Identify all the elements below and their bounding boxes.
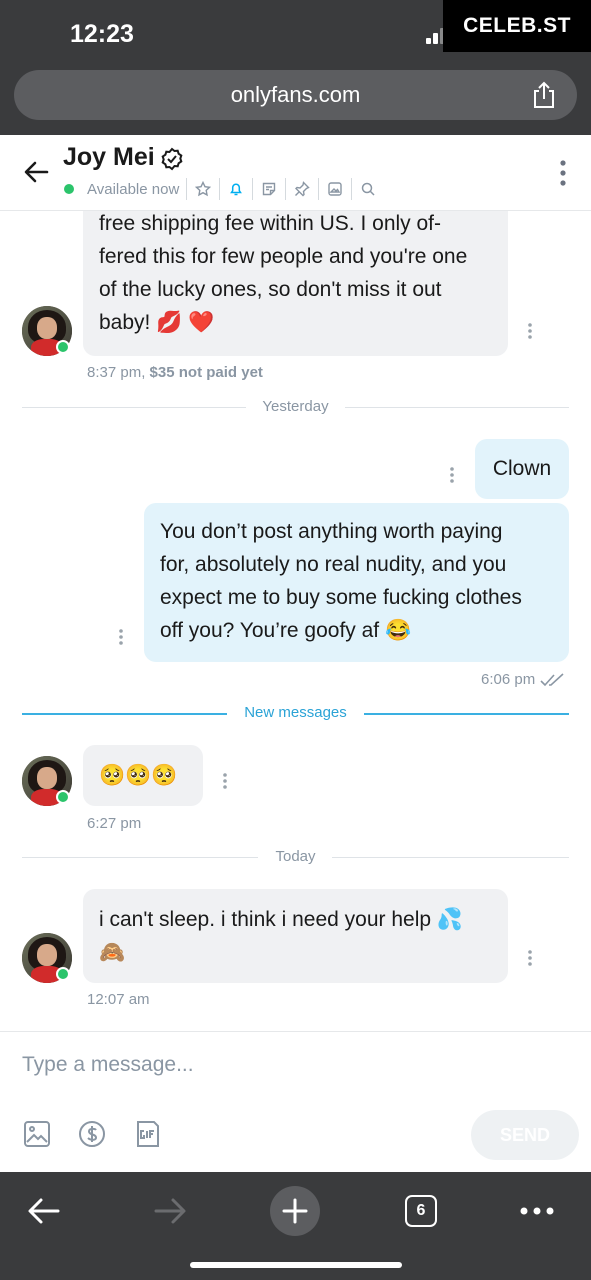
message-line: i can't sleep. i think i need your help … — [99, 908, 464, 931]
tab-count: 6 — [405, 1195, 437, 1227]
message-line: for, absolutely no real nudity, and you — [160, 553, 507, 576]
home-indicator — [190, 1262, 402, 1268]
message-input[interactable] — [22, 1050, 562, 1080]
message-options-icon[interactable] — [118, 628, 124, 646]
online-indicator — [56, 967, 70, 981]
online-indicator — [64, 184, 74, 194]
sticker-icon[interactable] — [252, 178, 285, 200]
header-actions — [186, 177, 384, 201]
online-indicator — [56, 340, 70, 354]
message-line: fered this for few people and you're one — [99, 245, 468, 268]
tabs-button[interactable]: 6 — [396, 1186, 446, 1236]
message-options-icon[interactable] — [527, 322, 533, 340]
browser-menu-icon[interactable] — [512, 1186, 562, 1236]
divider-label: New messages — [244, 704, 347, 721]
message-options-icon[interactable] — [449, 466, 455, 484]
browser-forward-icon[interactable] — [145, 1186, 195, 1236]
availability-status: Available now — [87, 181, 180, 198]
message-line: expect me to buy some fucking clothes — [160, 586, 522, 609]
message-composer: SEND — [0, 1031, 591, 1172]
send-button[interactable]: SEND — [471, 1110, 579, 1160]
browser-back-icon[interactable] — [19, 1186, 69, 1236]
status-time: 12:23 — [70, 20, 134, 48]
message-line: off you? You’re goofy af 😂 — [160, 619, 412, 642]
watermark: CELEB.ST — [443, 0, 591, 52]
search-icon[interactable] — [351, 178, 384, 200]
message-time: 8:37 pm, — [87, 364, 146, 381]
browser-top-chrome: 12:23 CELEB.ST onlyfans.com — [0, 0, 591, 135]
divider-label: Today — [275, 848, 316, 865]
message-bubble-incoming[interactable]: free shipping fee within US. I only of- … — [83, 211, 508, 356]
more-options-icon[interactable] — [559, 159, 567, 187]
date-divider: Yesterday — [22, 398, 569, 418]
message-options-icon[interactable] — [222, 772, 228, 790]
attach-media-icon[interactable] — [23, 1120, 51, 1148]
price-note: $35 not paid yet — [149, 364, 263, 381]
message-line: of the lucky ones, so don't miss it out — [99, 278, 442, 301]
pin-icon[interactable] — [285, 178, 318, 200]
message-bubble-outgoing[interactable]: You don’t post anything worth paying for… — [144, 503, 569, 662]
chat-header: Joy Mei Available now — [0, 135, 591, 211]
message-line: free shipping fee within US. I only of- — [99, 212, 442, 235]
new-tab-icon[interactable] — [270, 1186, 320, 1236]
message-text: 🥺🥺🥺 — [99, 764, 178, 787]
url-bar[interactable]: onlyfans.com — [14, 70, 577, 120]
message-time: 6:27 pm — [87, 815, 142, 832]
new-messages-divider: New messages — [22, 704, 569, 724]
message-list[interactable]: free shipping fee within US. I only of- … — [0, 211, 591, 1031]
bell-icon[interactable] — [219, 178, 252, 200]
share-icon[interactable] — [531, 81, 557, 109]
double-check-icon — [540, 673, 564, 687]
url-text: onlyfans.com — [230, 82, 361, 107]
star-icon[interactable] — [186, 178, 219, 200]
divider-label: Yesterday — [262, 398, 329, 415]
message-line: 🙈 — [99, 941, 126, 964]
verified-icon — [161, 147, 183, 171]
image-icon[interactable] — [318, 178, 351, 200]
message-line: You don’t post anything worth paying — [160, 520, 503, 543]
tip-dollar-icon[interactable] — [78, 1120, 106, 1148]
online-indicator — [56, 790, 70, 804]
message-time: 12:07 am — [87, 991, 150, 1008]
gif-icon[interactable] — [134, 1120, 162, 1148]
contact-name[interactable]: Joy Mei — [63, 143, 155, 172]
back-arrow-icon[interactable] — [22, 157, 52, 187]
message-meta: 8:37 pm, $35 not paid yet — [87, 364, 263, 381]
message-bubble-incoming[interactable]: 🥺🥺🥺 — [83, 745, 203, 806]
message-bubble-incoming[interactable]: i can't sleep. i think i need your help … — [83, 889, 508, 983]
message-options-icon[interactable] — [527, 949, 533, 967]
message-bubble-outgoing[interactable]: Clown — [475, 439, 569, 499]
date-divider: Today — [22, 848, 569, 868]
browser-bottom-bar: 6 — [0, 1172, 591, 1280]
message-line: baby! 💋 ❤️ — [99, 311, 215, 334]
message-time: 6:06 pm — [481, 671, 536, 688]
